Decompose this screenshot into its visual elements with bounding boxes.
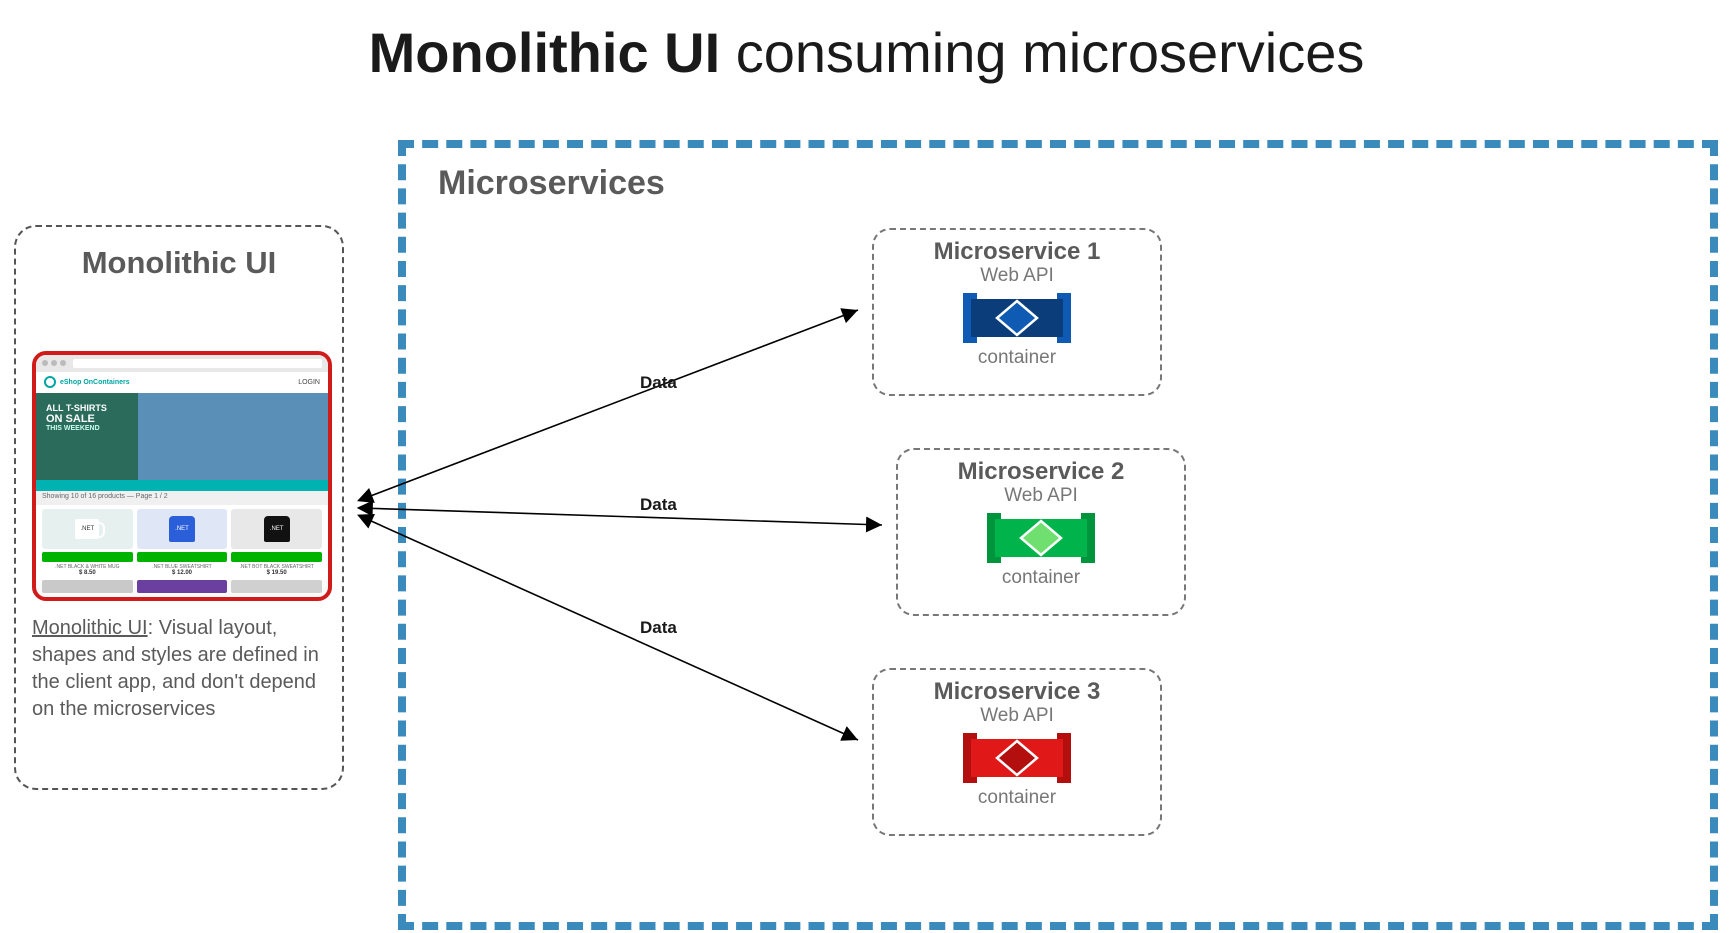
arrow-label-2: Data bbox=[640, 495, 677, 515]
browser-chrome bbox=[36, 355, 328, 372]
logo-icon bbox=[44, 376, 56, 388]
add-to-cart-button bbox=[137, 552, 228, 562]
breadcrumb: Showing 10 of 16 products — Page 1 / 2 bbox=[36, 491, 328, 504]
monolithic-ui-heading: Monolithic UI bbox=[32, 245, 326, 281]
container-icon bbox=[987, 511, 1095, 565]
hero-banner: ALL T-SHIRTS ON SALE THIS WEEKEND bbox=[36, 393, 328, 481]
site-header: eShop OnContainers LOGIN bbox=[36, 372, 328, 393]
service-api-label: Web API bbox=[1004, 485, 1078, 507]
microservice-3-box: Microservice 3 Web API container bbox=[872, 668, 1162, 836]
hoodie-icon: .NET bbox=[169, 516, 195, 542]
monolithic-ui-panel: Monolithic UI eShop OnContainers LOGIN A… bbox=[14, 225, 344, 790]
microservices-panel: Microservices Microservice 1 Web API con… bbox=[398, 140, 1718, 930]
service-api-label: Web API bbox=[980, 705, 1054, 727]
add-to-cart-button bbox=[231, 552, 322, 562]
title-bold: Monolithic UI bbox=[369, 21, 721, 84]
arrow-label-3: Data bbox=[640, 618, 677, 638]
product-row-2 bbox=[36, 580, 328, 597]
login-link: LOGIN bbox=[298, 379, 320, 386]
container-label: container bbox=[978, 787, 1056, 809]
service-name: Microservice 3 bbox=[934, 678, 1101, 706]
monolithic-ui-note: Monolithic UI: Visual layout, shapes and… bbox=[32, 615, 326, 723]
microservices-heading: Microservices bbox=[438, 164, 665, 203]
container-label: container bbox=[978, 347, 1056, 369]
container-icon bbox=[963, 291, 1071, 345]
service-name: Microservice 1 bbox=[934, 238, 1101, 266]
mug-icon: .NET bbox=[75, 519, 99, 539]
product-card: .NET .NET BLACK & WHITE MUG$ 8.50 bbox=[42, 509, 133, 576]
arrow-label-1: Data bbox=[640, 373, 677, 393]
product-grid: .NET .NET BLACK & WHITE MUG$ 8.50 .NET .… bbox=[36, 505, 328, 580]
title-rest: consuming microservices bbox=[720, 21, 1364, 84]
filter-bar bbox=[36, 480, 328, 491]
container-icon bbox=[963, 731, 1071, 785]
microservice-2-box: Microservice 2 Web API container bbox=[896, 448, 1186, 616]
service-api-label: Web API bbox=[980, 265, 1054, 287]
product-card: .NET .NET BOT BLACK SWEATSHIRT$ 19.50 bbox=[231, 509, 322, 576]
brand-text: eShop OnContainers bbox=[60, 379, 130, 386]
microservice-1-box: Microservice 1 Web API container bbox=[872, 228, 1162, 396]
service-name: Microservice 2 bbox=[958, 458, 1125, 486]
monolithic-ui-screenshot: eShop OnContainers LOGIN ALL T-SHIRTS ON… bbox=[32, 351, 332, 601]
container-label: container bbox=[1002, 567, 1080, 589]
diagram-title: Monolithic UI consuming microservices bbox=[0, 20, 1733, 85]
product-card: .NET .NET BLUE SWEATSHIRT$ 12.00 bbox=[137, 509, 228, 576]
note-lead: Monolithic UI bbox=[32, 617, 148, 639]
hoodie-icon: .NET bbox=[264, 516, 290, 542]
add-to-cart-button bbox=[42, 552, 133, 562]
